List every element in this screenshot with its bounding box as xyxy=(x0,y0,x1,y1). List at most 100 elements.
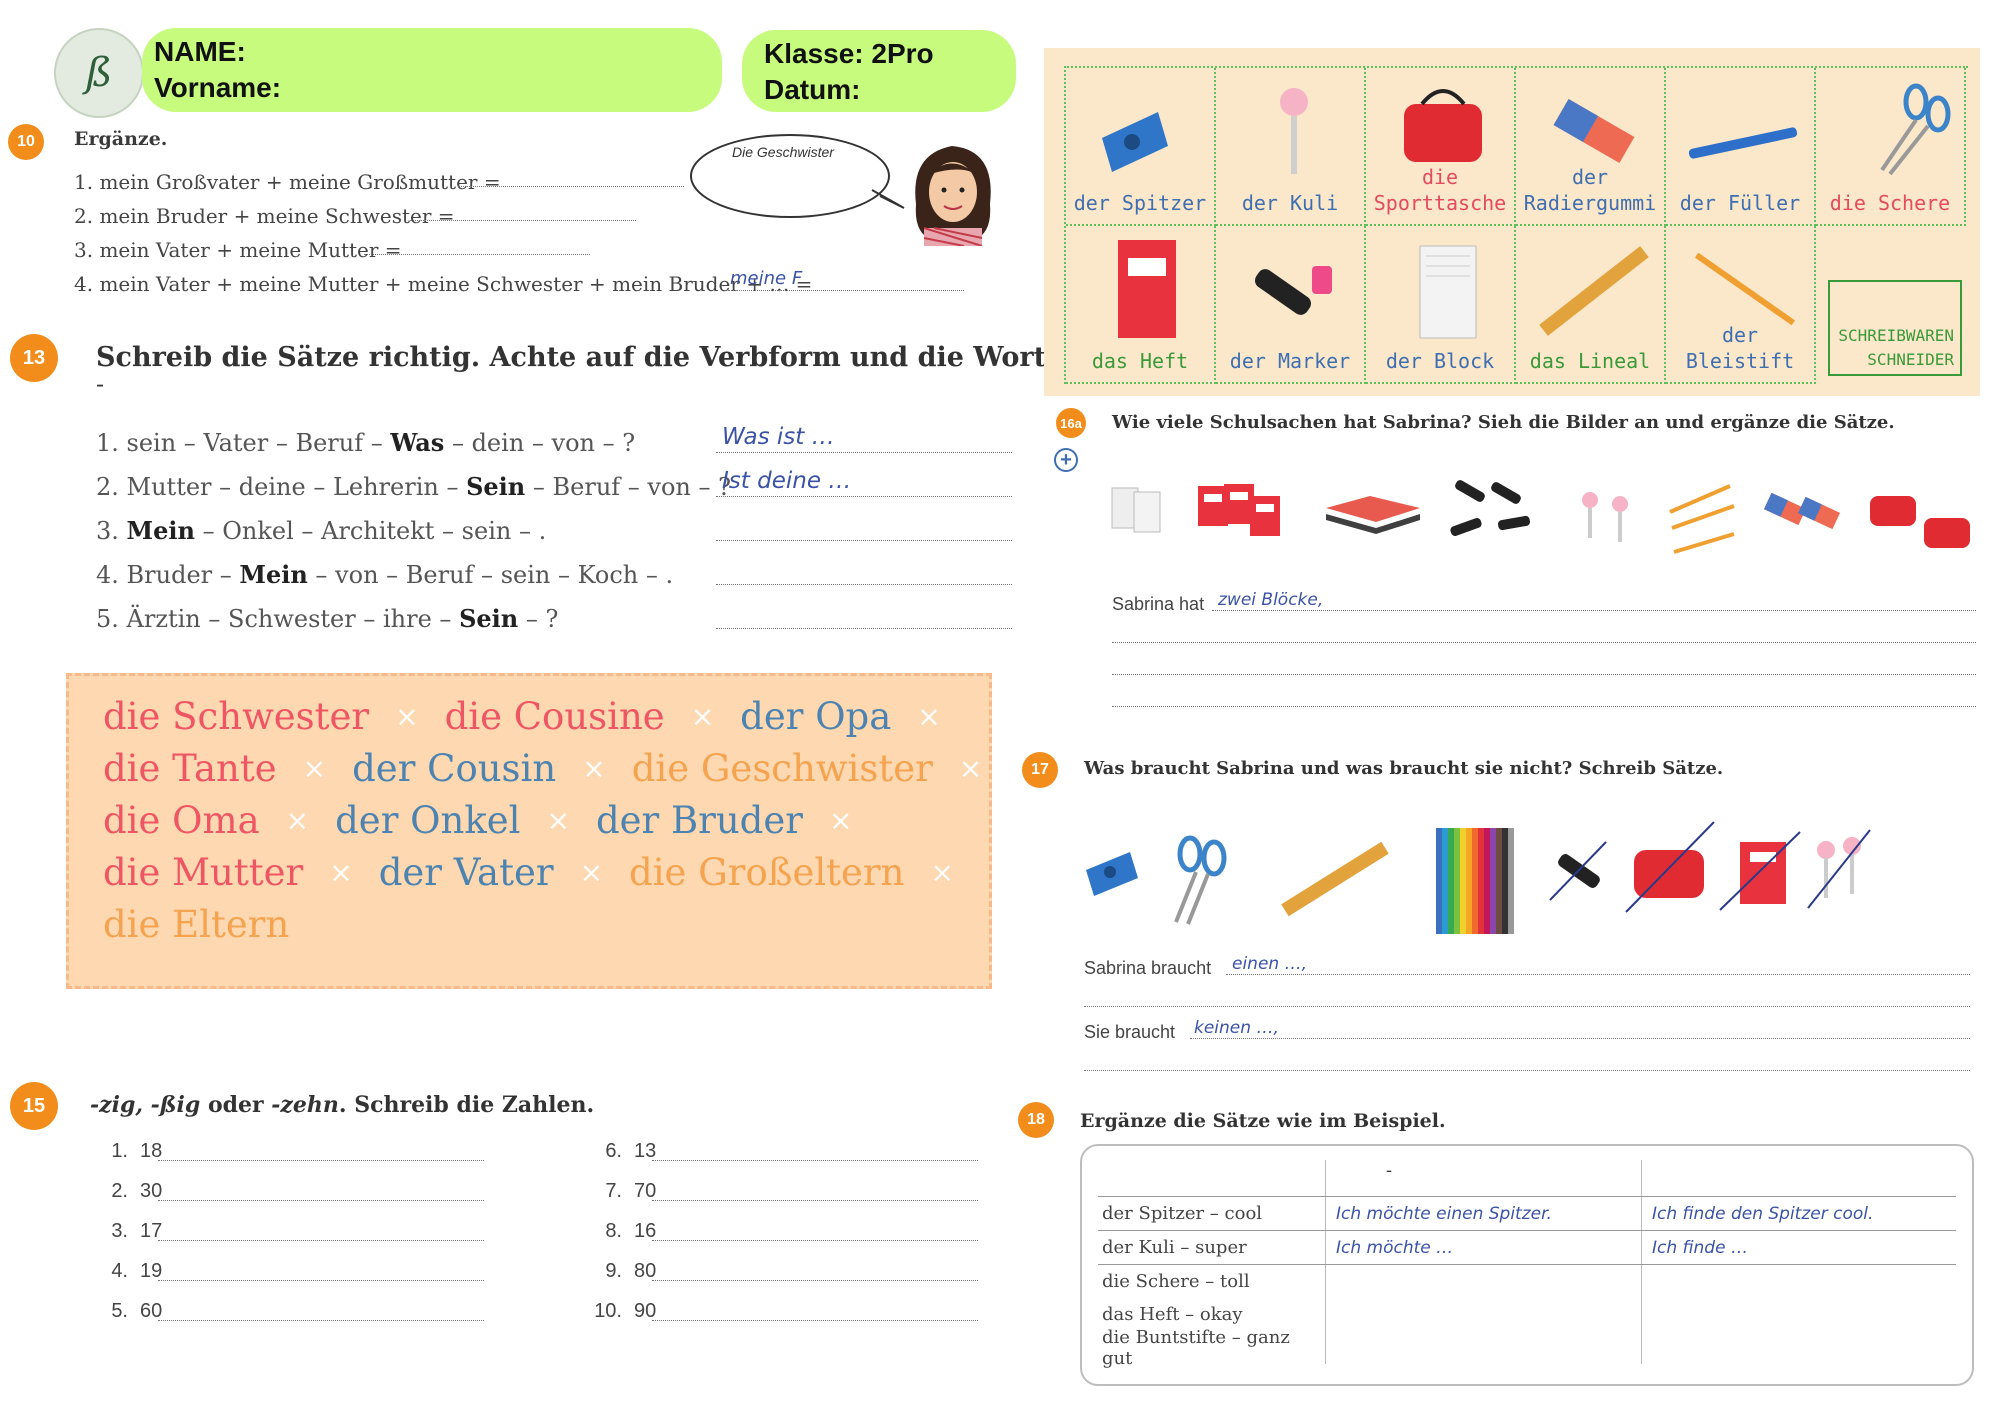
ex17-answer-line-3[interactable] xyxy=(1190,1038,1970,1039)
notebooks-icon xyxy=(1198,484,1280,536)
table-cue-cell: die Buntstifte – ganz gut xyxy=(1098,1327,1326,1369)
ex15-answer-line[interactable] xyxy=(652,1160,978,1161)
school-logo: ß xyxy=(54,28,144,118)
ex13-item-post: – Beruf – von – ? xyxy=(525,473,732,501)
ex16a-answer-line-1[interactable] xyxy=(1212,610,1976,611)
ex15-item-number: 2. xyxy=(111,1180,128,1202)
family-word-row: die Mutter × der Vater × die Großeltern × xyxy=(103,846,1008,898)
notepad-icon xyxy=(1419,245,1477,339)
ex10-item-1: 1. mein Großvater + meine Großmutter = xyxy=(74,170,501,194)
ex13-item-pre: 5. Ärztin – Schwester – ihre – xyxy=(96,605,460,633)
family-word: die Schwester xyxy=(103,694,370,738)
ex10-answer-line-3[interactable] xyxy=(364,254,590,255)
table-answer-cell[interactable] xyxy=(1642,1265,1956,1298)
table-header-cell xyxy=(1642,1160,1956,1196)
ex15-answer-line[interactable] xyxy=(652,1320,978,1321)
ex15-item-number: 5. xyxy=(111,1300,128,1322)
separator-icon: × xyxy=(930,855,954,889)
exercise-13-dash: - xyxy=(96,370,105,398)
ex15-item-number: 4. xyxy=(111,1260,128,1282)
separator-icon: × xyxy=(329,855,353,889)
ex15-answer-line[interactable] xyxy=(652,1240,978,1241)
ex15-item-number: 8. xyxy=(605,1220,622,1242)
class-field[interactable]: Klasse: 2Pro Datum: xyxy=(742,30,1016,112)
speech-bubble: Die Geschwister xyxy=(690,134,890,218)
ex13-answer-line[interactable] xyxy=(716,496,1012,497)
table-answer-cell[interactable] xyxy=(1326,1265,1642,1298)
separator-icon: × xyxy=(579,855,604,889)
ex13-item-post: – Onkel – Architekt – sein – . xyxy=(194,517,547,545)
ex17-answer-line-1[interactable] xyxy=(1226,974,1970,975)
ex13-answer-line[interactable] xyxy=(716,628,1012,629)
ex15-answer-line[interactable] xyxy=(652,1200,978,1201)
separator-icon: × xyxy=(828,803,853,837)
exercise-number-13: 13 xyxy=(10,334,58,382)
ex17-answer-line-4[interactable] xyxy=(1084,1070,1970,1071)
exercise-18-table: - der Spitzer – cool Ich möchte einen Spit… xyxy=(1080,1144,1974,1386)
table-answer-cell[interactable]: Ich finde den Spitzer cool. xyxy=(1642,1197,1956,1230)
notebook-crossed-icon xyxy=(1719,831,1801,911)
supply-label: der Radiergummi xyxy=(1523,165,1657,215)
ex10-answer-line-2[interactable] xyxy=(410,220,636,221)
ex15-answer-line[interactable] xyxy=(158,1240,484,1241)
ex17-line2-label: Sie braucht xyxy=(1084,1022,1176,1042)
table-answer-cell[interactable]: Ich möchte … xyxy=(1326,1231,1642,1264)
ex15-answer-line[interactable] xyxy=(158,1320,484,1321)
ex13-answer-line[interactable] xyxy=(716,584,1012,585)
ex13-answer-line[interactable] xyxy=(716,452,1012,453)
ex10-answer-line-4[interactable] xyxy=(728,290,964,291)
ruler-icon xyxy=(1281,841,1389,917)
ex15-answer-line[interactable] xyxy=(652,1280,978,1281)
table-answer-cell[interactable] xyxy=(1642,1331,1956,1364)
colored-pencils-icon xyxy=(1436,828,1514,934)
ex13-item-verb: Mein xyxy=(126,516,195,545)
marker-icon xyxy=(1255,266,1332,315)
exercise-15-title: -zig, -ßig oder -zehn. Schreib die Zahle… xyxy=(90,1092,594,1118)
family-word-row: die Tante × der Cousin × die Geschwister × xyxy=(103,742,1008,794)
supply-cell: das Lineal xyxy=(1516,226,1666,384)
exercise-number-15: 15 xyxy=(10,1082,58,1130)
table-answer-cell[interactable]: Ich finde … xyxy=(1642,1231,1956,1264)
exercise-number-16a: 16a xyxy=(1056,408,1086,438)
marker-crossed-icon xyxy=(1549,841,1607,901)
ex16a-answer-line-4[interactable] xyxy=(1112,706,1976,707)
separator-icon: × xyxy=(302,751,327,785)
supply-label: die Schere xyxy=(1829,191,1951,215)
table-answer-cell[interactable] xyxy=(1642,1298,1956,1331)
table-answer-cell[interactable] xyxy=(1326,1331,1642,1364)
ex17-line1-label: Sabrina braucht xyxy=(1084,958,1212,978)
vorname-label: Vorname: xyxy=(154,72,282,103)
supply-cell: der Kuli xyxy=(1216,68,1366,226)
ex15-item-number: 9. xyxy=(605,1260,622,1282)
table-answer-cell[interactable] xyxy=(1326,1298,1642,1331)
ex15-answer-line[interactable] xyxy=(158,1160,484,1161)
table-row: der Kuli – super Ich möchte … Ich finde … xyxy=(1098,1231,1956,1265)
ex16a-answer-line-3[interactable] xyxy=(1112,674,1976,675)
name-field[interactable]: NAME: Vorname: xyxy=(142,28,722,112)
ex13-item: 1. sein – Vater – Beruf – Was – dein – v… xyxy=(96,428,635,457)
supply-cell: das Heft xyxy=(1066,226,1216,384)
fountain-pen-icon xyxy=(1688,127,1798,159)
family-word: die Cousine xyxy=(444,694,665,738)
ex15-answer-line[interactable] xyxy=(158,1200,484,1201)
ex16a-answer-line-2[interactable] xyxy=(1112,642,1976,643)
speech-bubble-text: Die Geschwister xyxy=(732,144,834,160)
ex16a-sentence-start: Sabrina hat xyxy=(1112,594,1205,614)
ex15-answer-line[interactable] xyxy=(158,1280,484,1281)
audio-plus-button[interactable]: + xyxy=(1054,448,1078,472)
ex10-answer-line-1[interactable] xyxy=(458,186,684,187)
ex13-item-pre: 4. Bruder – xyxy=(96,561,240,589)
table-cue-cell: der Spitzer – cool xyxy=(1098,1197,1326,1230)
ex13-answer-line[interactable] xyxy=(716,540,1012,541)
ex17-answer-line-2[interactable] xyxy=(1084,1006,1970,1007)
datum-label: Datum: xyxy=(764,74,861,105)
table-answer-cell[interactable]: Ich möchte einen Spitzer. xyxy=(1326,1197,1642,1230)
notepads-icon xyxy=(1111,487,1161,533)
ex10-item-2: 2. mein Bruder + meine Schwester = xyxy=(74,204,455,228)
exercise-17-title: Was braucht Sabrina und was braucht sie … xyxy=(1084,758,1724,779)
separator-icon: × xyxy=(285,803,310,837)
supply-cell: die Sporttasche xyxy=(1366,68,1516,226)
supply-cell: der Block xyxy=(1366,226,1516,384)
family-word: die Mutter xyxy=(103,850,304,894)
title-zehn: -zehn xyxy=(271,1092,339,1118)
